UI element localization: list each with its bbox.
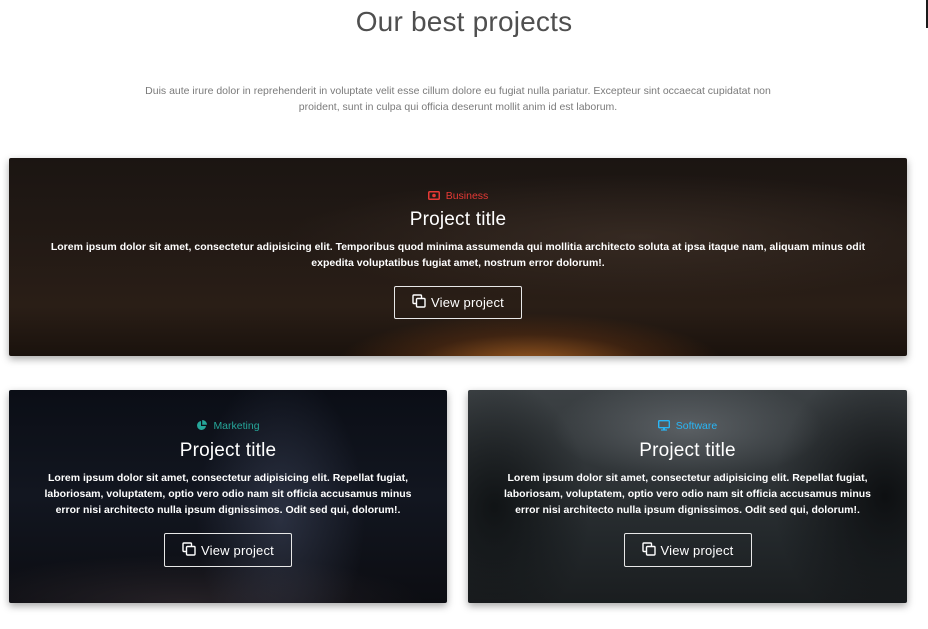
project-card-software: Software Project title Lorem ipsum dolor… — [468, 390, 907, 603]
project-category-business: Business — [427, 189, 489, 202]
project-card-marketing: Marketing Project title Lorem ipsum dolo… — [9, 390, 447, 603]
view-project-label: View project — [201, 542, 274, 558]
project-title: Project title — [639, 440, 736, 461]
project-category-label: Marketing — [213, 419, 260, 432]
project-category-label: Business — [445, 189, 489, 202]
project-text: Lorem ipsum dolor sit amet, consectetur … — [50, 241, 866, 269]
desktop-icon — [657, 420, 670, 431]
view-project-label: View project — [431, 295, 504, 310]
project-text: Lorem ipsum dolor sit amet, consectetur … — [44, 472, 412, 516]
chart-pie-icon — [196, 420, 208, 431]
project-category-label: Software — [675, 419, 718, 432]
projects-section: Our best projects Duis aute irure dolor … — [0, 0, 928, 629]
project-title: Project title — [179, 440, 277, 461]
project-card-business: Business Project title Lorem ipsum dolor… — [9, 158, 907, 356]
view-project-label: View project — [660, 542, 734, 558]
copy-icon — [182, 541, 196, 559]
view-project-button[interactable]: View project — [394, 286, 522, 319]
project-text: Lorem ipsum dolor sit amet, consectetur … — [504, 472, 871, 516]
view-project-button[interactable]: View project — [623, 533, 752, 567]
copy-icon — [641, 541, 656, 559]
copy-icon — [412, 294, 426, 311]
section-title: Our best projects — [355, 6, 573, 37]
project-title: Project title — [409, 209, 507, 230]
project-category-software: Software — [657, 419, 718, 432]
money-bill-icon — [427, 191, 440, 200]
view-project-button[interactable]: View project — [164, 533, 292, 567]
section-description: Duis aute irure dolor in reprehenderit i… — [145, 85, 771, 113]
project-category-marketing: Marketing — [196, 419, 260, 432]
